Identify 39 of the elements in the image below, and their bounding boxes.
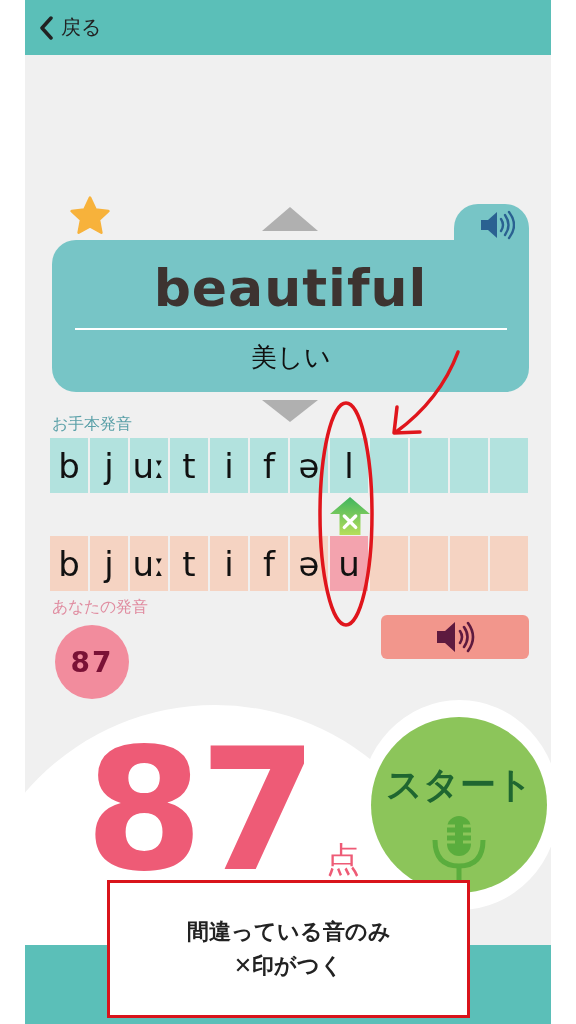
phoneme-text: f — [263, 543, 275, 584]
phoneme-text: j — [104, 445, 114, 486]
score-badge: 87 — [55, 625, 129, 699]
phoneme-cell — [410, 438, 450, 493]
phoneme-cell — [490, 536, 530, 591]
speaker-icon — [435, 620, 475, 654]
phoneme-text: i — [224, 543, 234, 584]
back-button[interactable]: 戻る — [25, 14, 101, 41]
phoneme-cell — [410, 536, 450, 591]
down-arrow-icon[interactable] — [262, 400, 318, 422]
phoneme-text: uː — [132, 445, 166, 486]
user-label: あなたの発音 — [52, 597, 148, 618]
phoneme-text: j — [104, 543, 114, 584]
word-text: beautiful — [153, 257, 428, 320]
phoneme-text: f — [263, 445, 275, 486]
phoneme-text: i — [224, 445, 234, 486]
phoneme-cell — [490, 438, 530, 493]
score-number: 87 — [85, 735, 314, 885]
phoneme-text: t — [182, 543, 196, 584]
play-recording-button[interactable] — [381, 615, 529, 659]
callout-text: 間違っている音のみ — [186, 918, 391, 946]
star-icon[interactable] — [68, 195, 112, 237]
phoneme-text: b — [58, 543, 80, 584]
phoneme-text: l — [344, 445, 354, 486]
phoneme-text: t — [182, 445, 196, 486]
phoneme-text: b — [58, 445, 80, 486]
phoneme-cell — [450, 438, 490, 493]
back-chevron-icon — [39, 15, 53, 40]
phoneme-cell — [450, 536, 490, 591]
score-unit: 点 — [325, 838, 360, 881]
up-arrow-icon[interactable] — [262, 207, 318, 231]
phoneme-text: ə — [298, 543, 320, 584]
callout-text: ✕印がつく — [233, 952, 344, 980]
speaker-icon[interactable] — [479, 210, 515, 240]
phoneme-text: ə — [298, 445, 320, 486]
phoneme-text: uː — [132, 543, 166, 584]
meaning-text: 美しい — [250, 341, 331, 374]
phoneme-text: u — [338, 543, 360, 584]
model-label: お手本発音 — [52, 414, 133, 435]
